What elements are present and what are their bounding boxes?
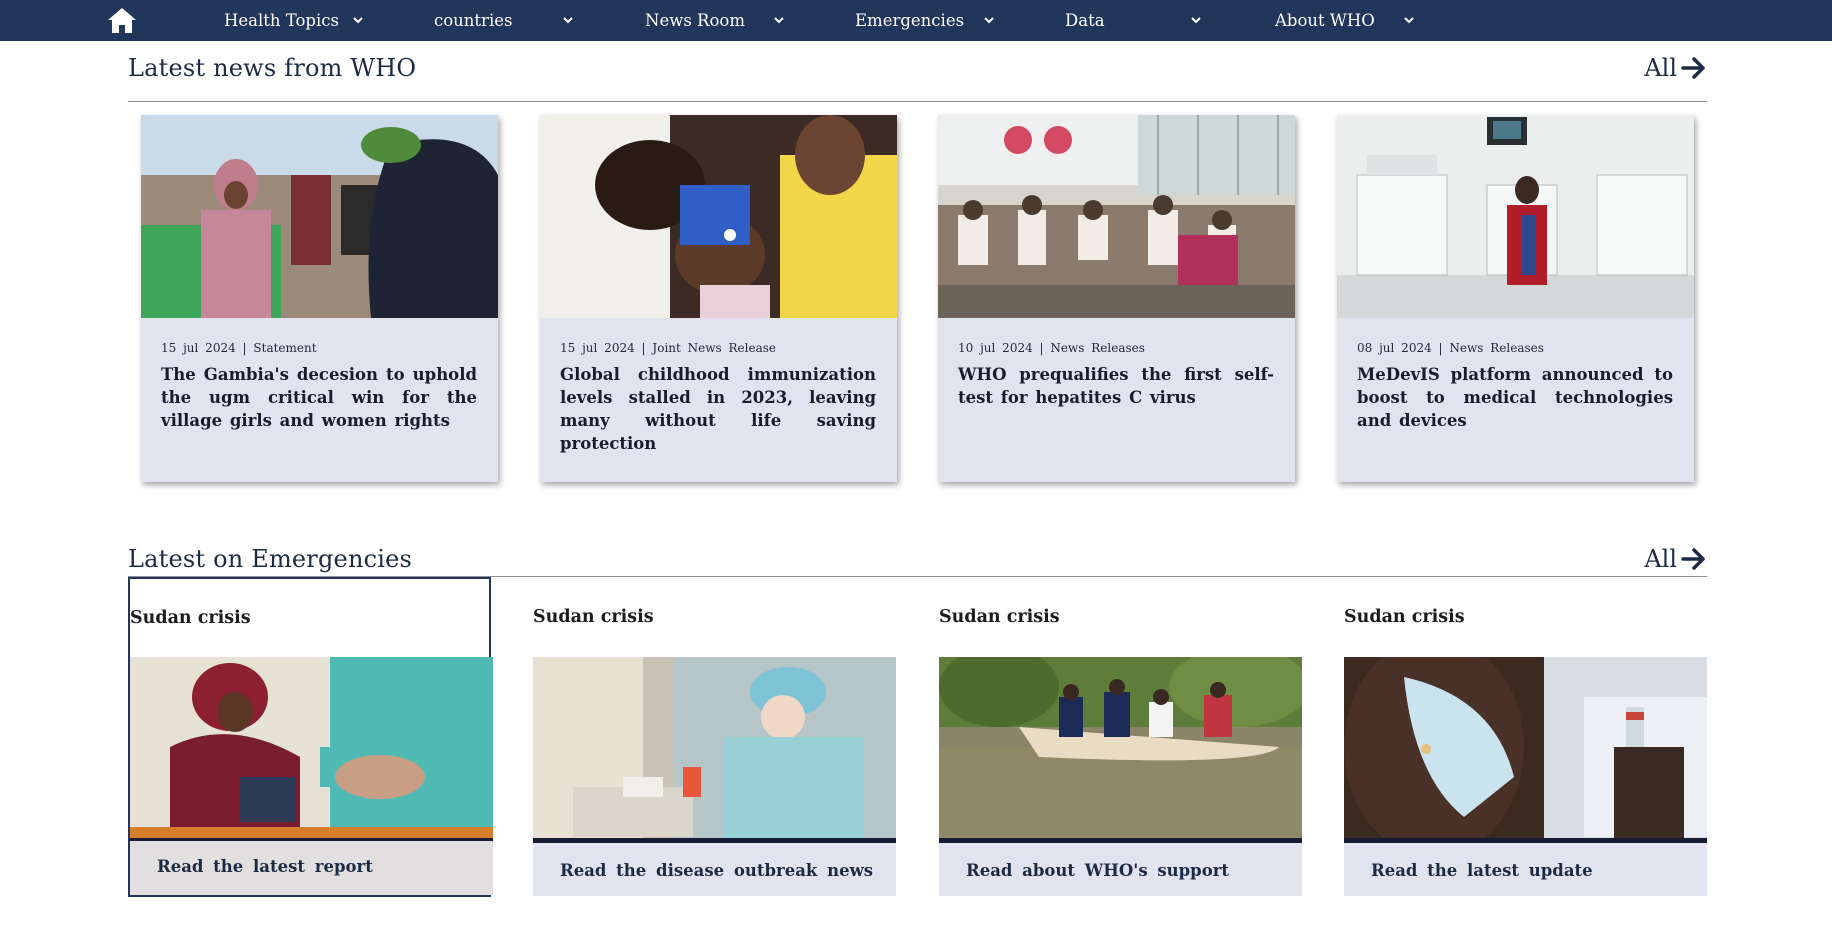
emergency-card-title: Sudan crisis	[533, 607, 654, 627]
news-card-image	[938, 115, 1295, 318]
news-card-meta: 08 jul 2024 | News Releases	[1357, 341, 1544, 355]
chevron-down-icon	[1191, 17, 1201, 24]
arrow-right-icon	[1681, 548, 1705, 570]
nav-label: Emergencies	[855, 11, 965, 30]
cta-label: Read the disease outbreak news	[560, 861, 874, 880]
emergency-card-cta[interactable]: Read the disease outbreak news	[533, 843, 896, 896]
chevron-down-icon	[1404, 17, 1414, 24]
cta-label: Read the latest report	[157, 857, 373, 876]
nav-item-countries[interactable]: countries	[434, 0, 573, 41]
news-card-title: Global childhood immunization levels sta…	[560, 365, 876, 453]
chevron-down-icon	[563, 17, 573, 24]
news-card-title: WHO prequalifies the first self-test for…	[958, 365, 1274, 407]
nav-label: News Room	[645, 11, 745, 30]
emergency-card[interactable]: Sudan crisis Read the latest update	[1344, 577, 1707, 897]
nav-item-emergencies[interactable]: Emergencies	[855, 0, 994, 41]
news-card[interactable]: 10 jul 2024 | News Releases WHO prequali…	[938, 115, 1295, 482]
divider	[128, 101, 1707, 102]
news-card-title: MeDevIS platform announced to boost to m…	[1357, 365, 1673, 430]
emergencies-section-title: Latest on Emergencies	[128, 545, 413, 573]
home-icon[interactable]	[107, 7, 137, 34]
all-label: All	[1644, 545, 1677, 573]
chevron-down-icon	[774, 17, 784, 24]
emergency-card-title: Sudan crisis	[939, 607, 1060, 627]
nav-item-news-room[interactable]: News Room	[645, 0, 784, 41]
emergency-card-cta[interactable]: Read the latest report	[130, 841, 493, 895]
news-type: News Releases	[1050, 341, 1145, 355]
news-card-title: The Gambia's decesion to uphold the ugm …	[161, 365, 477, 430]
emergencies-all-link[interactable]: All	[1644, 545, 1707, 573]
emergency-card-title: Sudan crisis	[130, 608, 251, 628]
news-type: News Releases	[1449, 341, 1544, 355]
news-type: Joint News Release	[652, 341, 776, 355]
emergency-card-image	[1344, 657, 1707, 838]
emergency-card[interactable]: Sudan crisis Read the disease outbreak n…	[533, 577, 896, 897]
news-card[interactable]: 15 jul 2024 | Joint News Release Global …	[540, 115, 897, 482]
news-section-title: Latest news from WHO	[128, 54, 417, 82]
news-date: 10 jul 2024	[958, 341, 1033, 355]
nav-label: About WHO	[1275, 11, 1375, 30]
nav-item-health-topics[interactable]: Health Topics	[224, 0, 363, 41]
nav-label: countries	[434, 11, 513, 30]
cta-label: Read about WHO's support	[966, 861, 1230, 880]
emergency-card-image	[533, 657, 896, 838]
news-card[interactable]: 08 jul 2024 | News Releases MeDevIS plat…	[1337, 115, 1694, 482]
news-all-link[interactable]: All	[1644, 54, 1707, 82]
news-card-meta: 10 jul 2024 | News Releases	[958, 341, 1145, 355]
all-label: All	[1644, 54, 1677, 82]
emergency-card[interactable]: Sudan crisis Read about WHO's support	[939, 577, 1302, 897]
arrow-right-icon	[1681, 57, 1705, 79]
emergency-card-cta[interactable]: Read about WHO's support	[939, 843, 1302, 896]
emergency-card[interactable]: Sudan crisis Read the latest report	[128, 577, 493, 897]
nav-item-data[interactable]: Data	[1065, 0, 1201, 41]
news-date: 08 jul 2024	[1357, 341, 1432, 355]
chevron-down-icon	[984, 17, 994, 24]
nav-label: Data	[1065, 11, 1105, 30]
main-nav: Health Topics countries News Room Emerge…	[0, 0, 1832, 41]
news-card-image	[540, 115, 897, 318]
news-date: 15 jul 2024	[161, 341, 236, 355]
news-type: Statement	[253, 341, 317, 355]
nav-item-about-who[interactable]: About WHO	[1275, 0, 1414, 41]
emergency-card-image	[130, 657, 493, 838]
cta-label: Read the latest update	[1371, 861, 1593, 880]
news-card-meta: 15 jul 2024 | Statement	[161, 341, 317, 355]
news-date: 15 jul 2024	[560, 341, 635, 355]
news-card-image	[1337, 115, 1694, 318]
emergency-card-cta[interactable]: Read the latest update	[1344, 843, 1707, 896]
emergency-card-image	[939, 657, 1302, 838]
chevron-down-icon	[353, 17, 363, 24]
news-card[interactable]: 15 jul 2024 | Statement The Gambia's dec…	[141, 115, 498, 482]
nav-label: Health Topics	[224, 11, 339, 30]
news-card-meta: 15 jul 2024 | Joint News Release	[560, 341, 776, 355]
emergency-card-title: Sudan crisis	[1344, 607, 1465, 627]
news-card-image	[141, 115, 498, 318]
